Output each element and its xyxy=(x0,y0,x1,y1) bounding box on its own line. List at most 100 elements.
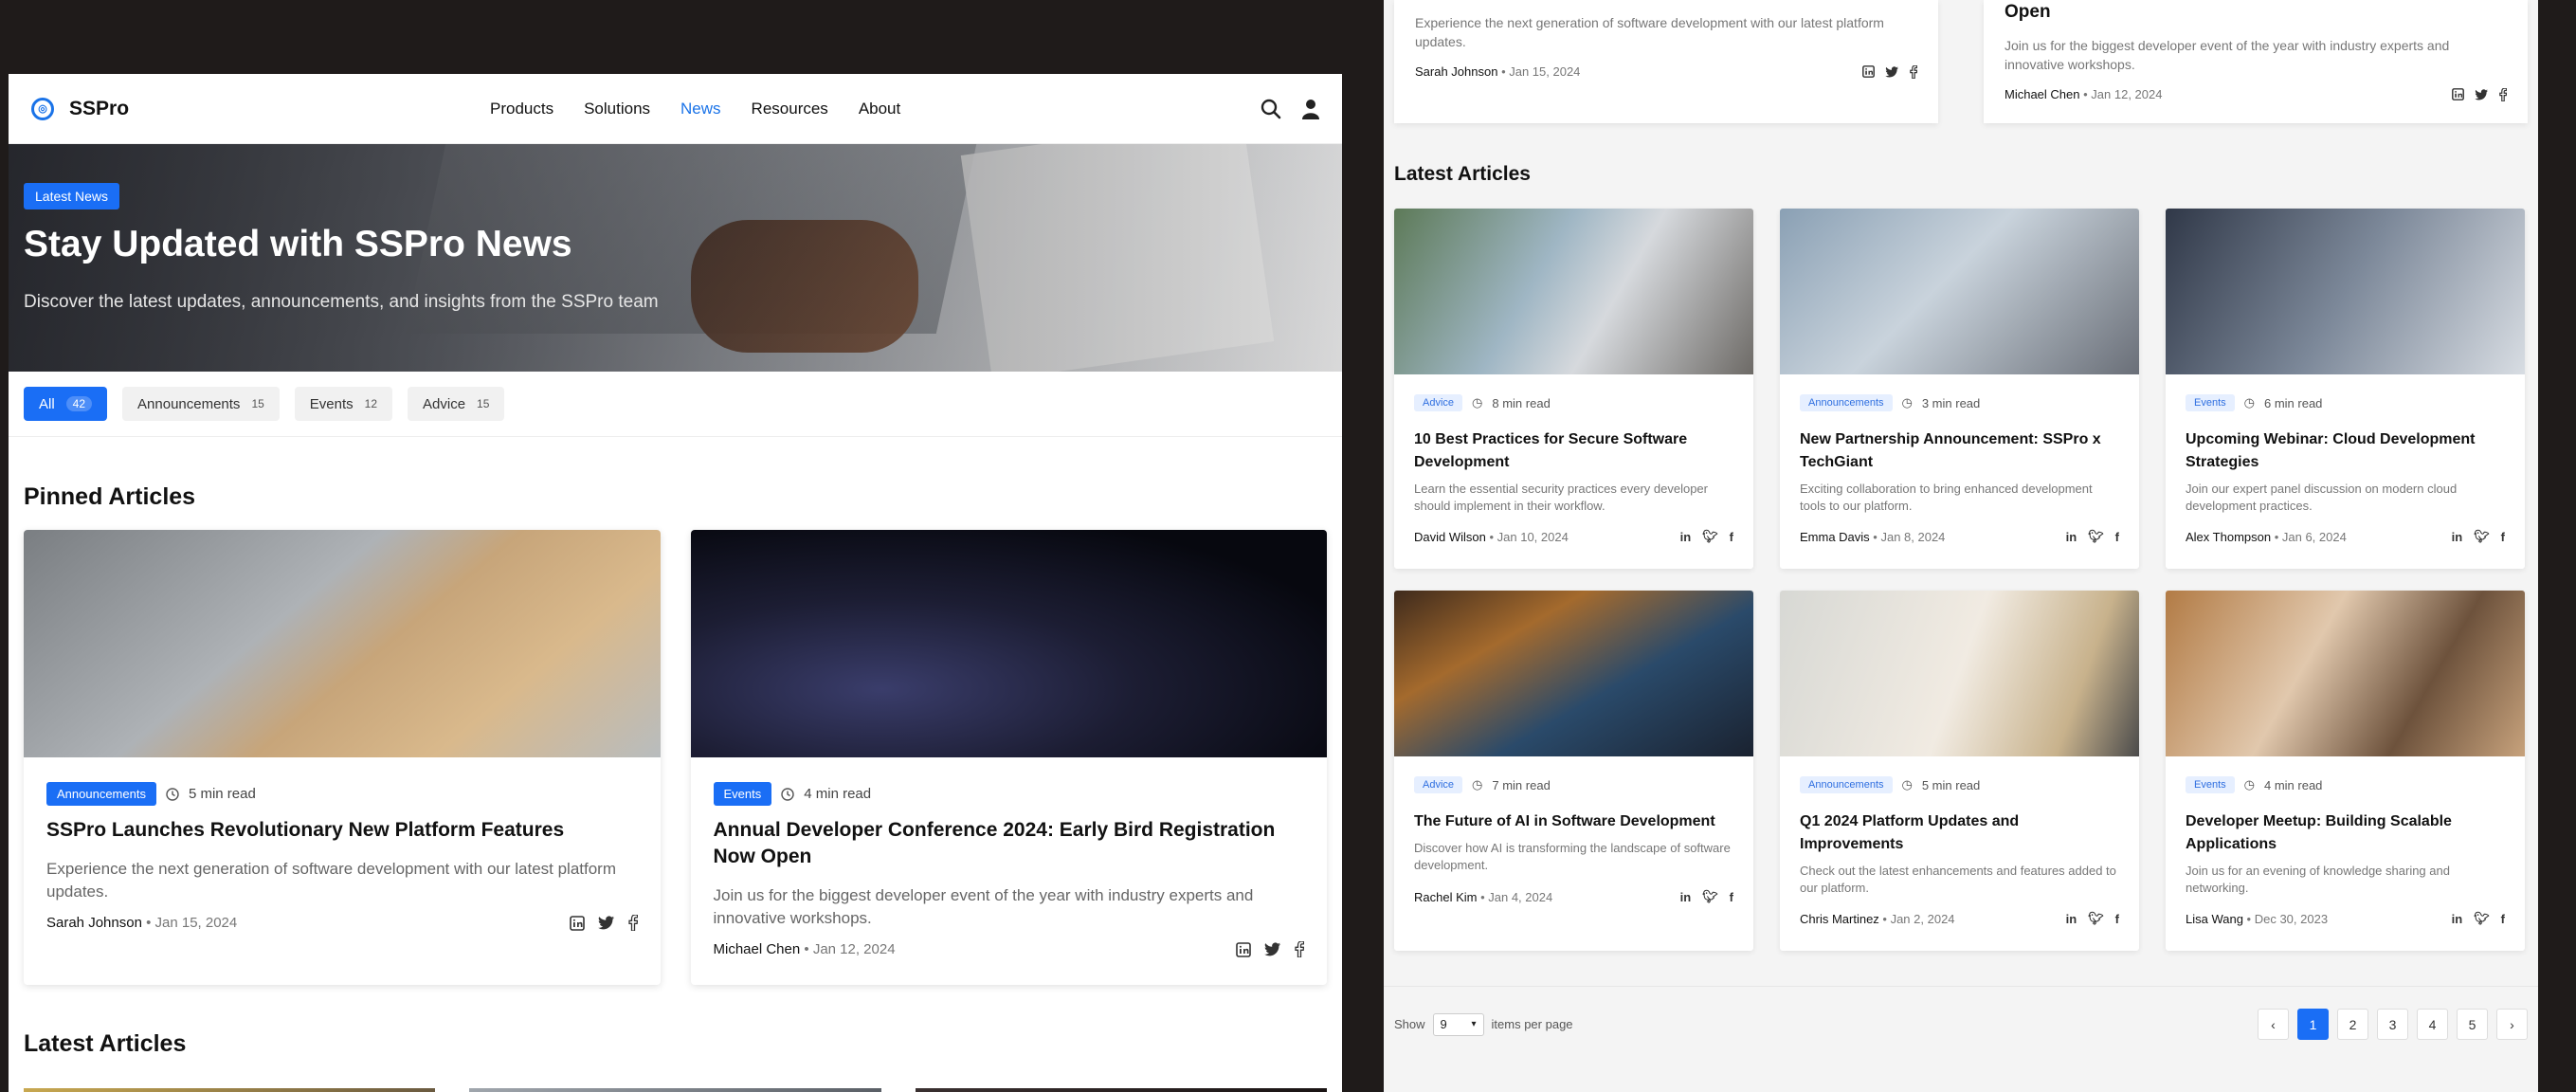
latest-articles-grid: Advice ◷ 8 min read 10 Best Practices for … xyxy=(1394,209,2525,951)
twitter-icon[interactable] xyxy=(1885,65,1899,78)
article-title[interactable]: SSPro Launches Revolutionary New Platfor… xyxy=(46,817,638,844)
linkedin-icon[interactable]: in xyxy=(1680,530,1692,544)
article-title[interactable]: Upcoming Webinar: Cloud Development Stra… xyxy=(2186,428,2505,474)
filter-all[interactable]: All 42 xyxy=(24,387,108,421)
hero-banner: Latest News Stay Updated with SSPro News… xyxy=(9,144,1342,372)
article-card[interactable]: Events ◷ 6 min read Upcoming Webinar: Clou… xyxy=(2166,209,2525,569)
article-card[interactable]: Events ◷ 4 min read Developer Meetup: Buil… xyxy=(2166,591,2525,951)
twitter-icon[interactable] xyxy=(1264,942,1281,956)
author-name: Sarah Johnson xyxy=(1415,64,1498,79)
author-name: Emma Davis xyxy=(1800,529,1870,544)
article-card[interactable]: Advice ◷ 8 min read 10 Best Practices for … xyxy=(1394,209,1753,569)
twitter-icon[interactable] xyxy=(597,916,615,930)
linkedin-icon[interactable] xyxy=(569,915,585,931)
page-button[interactable]: 3 xyxy=(2377,1009,2408,1040)
pinned-card[interactable]: Experience the next generation of softwa… xyxy=(1394,0,1938,123)
read-time: 7 min read xyxy=(1492,777,1551,792)
facebook-icon[interactable]: f xyxy=(1730,530,1733,544)
search-icon[interactable] xyxy=(1261,99,1281,119)
facebook-icon[interactable]: f xyxy=(1730,890,1733,904)
filter-advice[interactable]: Advice 15 xyxy=(408,387,505,421)
post-date: Jan 12, 2024 xyxy=(812,941,896,957)
article-title[interactable]: Developer Meetup: Building Scalable Appl… xyxy=(2186,810,2505,856)
article-card[interactable]: Announcements ◷ 3 min read New Partnership… xyxy=(1780,209,2139,569)
nav-news[interactable]: News xyxy=(680,100,721,118)
twitter-icon[interactable]: 🐦︎ xyxy=(2088,911,2104,926)
twitter-icon[interactable]: 🐦︎ xyxy=(1702,889,1718,904)
facebook-icon[interactable]: f xyxy=(2501,912,2505,926)
article-title-tail[interactable]: Open xyxy=(2005,2,2051,23)
read-time: 3 min read xyxy=(1921,395,1981,410)
article-title[interactable]: Q1 2024 Platform Updates and Improvement… xyxy=(1800,810,2119,856)
twitter-icon[interactable]: 🐦︎ xyxy=(1702,529,1718,544)
pinned-section-title: Pinned Articles xyxy=(24,483,196,510)
linkedin-icon[interactable]: in xyxy=(2066,912,2077,926)
article-image xyxy=(2166,209,2525,374)
filter-label: All xyxy=(39,395,55,412)
filter-count: 42 xyxy=(65,396,93,411)
page-button[interactable]: 4 xyxy=(2417,1009,2448,1040)
twitter-icon[interactable]: 🐦︎ xyxy=(2474,911,2490,926)
twitter-icon[interactable] xyxy=(2475,88,2489,100)
page-button[interactable]: 1 xyxy=(2297,1009,2329,1040)
twitter-icon[interactable]: 🐦︎ xyxy=(2474,529,2490,544)
per-page-select[interactable]: 9 ▾ xyxy=(1432,1012,1484,1036)
category-filters: All 42 Announcements 15 Events 12 Advice 15 xyxy=(9,372,1342,437)
nav-solutions[interactable]: Solutions xyxy=(584,100,650,118)
facebook-icon[interactable] xyxy=(1910,64,1917,79)
facebook-icon[interactable] xyxy=(2499,87,2507,101)
brand-name[interactable]: SSPro xyxy=(69,98,129,120)
read-time: 5 min read xyxy=(1921,777,1981,792)
linkedin-icon[interactable]: in xyxy=(2452,912,2463,926)
category-tag: Announcements xyxy=(1800,394,1893,411)
page-button[interactable]: 2 xyxy=(2337,1009,2368,1040)
post-date: Jan 15, 2024 xyxy=(154,915,238,931)
article-description: Exciting collaboration to bring enhanced… xyxy=(1800,482,2093,513)
article-title[interactable]: 10 Best Practices for Secure Software De… xyxy=(1414,428,1733,474)
article-card[interactable]: Announcements ◷ 5 min read Q1 2024 Platfor… xyxy=(1780,591,2139,951)
pinned-card[interactable]: Open Join us for the biggest developer e… xyxy=(1984,0,2528,123)
user-icon[interactable] xyxy=(1302,99,1319,119)
per-page-value: 9 xyxy=(1440,1017,1447,1031)
article-title[interactable]: The Future of AI in Software Development xyxy=(1414,810,1733,833)
linkedin-icon[interactable]: in xyxy=(1680,890,1692,904)
clock-icon: ◷ xyxy=(2243,395,2255,410)
linkedin-icon[interactable]: in xyxy=(2066,530,2077,544)
clock-icon xyxy=(166,787,179,801)
article-title[interactable]: New Partnership Announcement: SSPro x Te… xyxy=(1800,428,2119,474)
linkedin-icon[interactable] xyxy=(1862,65,1875,78)
category-tag: Advice xyxy=(1414,776,1463,793)
linkedin-icon[interactable] xyxy=(1236,941,1251,957)
nav-resources[interactable]: Resources xyxy=(752,100,828,118)
article-title[interactable]: Annual Developer Conference 2024: Early … xyxy=(714,817,1305,870)
clock-icon: ◷ xyxy=(1472,395,1483,410)
filter-announcements[interactable]: Announcements 15 xyxy=(122,387,280,421)
filter-label: Advice xyxy=(423,395,466,412)
linkedin-icon[interactable] xyxy=(2452,88,2464,100)
pinned-card[interactable]: Events 4 min read Annual Developer Confe… xyxy=(690,530,1327,985)
logo-icon[interactable]: ◎ xyxy=(31,97,54,120)
filter-events[interactable]: Events 12 xyxy=(294,387,393,421)
category-badge: Events xyxy=(713,782,772,806)
article-description: Experience the next generation of softwa… xyxy=(1415,15,1884,49)
prev-page-button[interactable]: ‹ xyxy=(2258,1009,2289,1040)
show-label: Show xyxy=(1394,1017,1425,1031)
linkedin-icon[interactable]: in xyxy=(2452,530,2463,544)
clock-icon: ◷ xyxy=(1901,777,1913,792)
facebook-icon[interactable]: f xyxy=(2501,530,2505,544)
nav-products[interactable]: Products xyxy=(490,100,553,118)
facebook-icon[interactable]: f xyxy=(2115,530,2119,544)
filter-count: 12 xyxy=(364,397,378,410)
facebook-icon[interactable] xyxy=(1295,941,1304,957)
article-card[interactable]: Advice ◷ 7 min read The Future of AI in So… xyxy=(1394,591,1753,951)
article-description: Join us for an evening of knowledge shar… xyxy=(2186,864,2450,895)
pinned-card[interactable]: Announcements 5 min read SSPro Launches … xyxy=(24,530,661,985)
next-page-button[interactable]: › xyxy=(2496,1009,2528,1040)
clock-icon xyxy=(781,787,794,801)
page-button[interactable]: 5 xyxy=(2457,1009,2488,1040)
twitter-icon[interactable]: 🐦︎ xyxy=(2088,529,2104,544)
read-time: 8 min read xyxy=(1492,395,1551,410)
nav-about[interactable]: About xyxy=(859,100,900,118)
facebook-icon[interactable]: f xyxy=(2115,912,2119,926)
facebook-icon[interactable] xyxy=(627,915,638,931)
